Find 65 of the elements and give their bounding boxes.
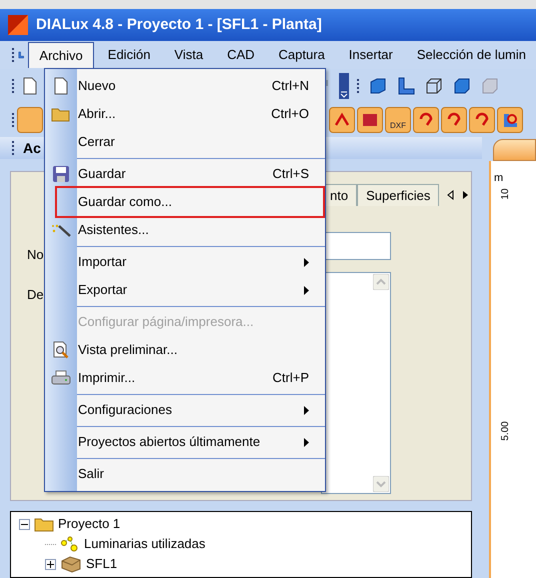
wireframe-cube-icon[interactable] (424, 76, 444, 96)
tab[interactable]: Superficies (357, 184, 440, 206)
menu-bar-item[interactable]: Selección de lumin (406, 42, 536, 68)
tab-scroll-right-icon[interactable] (462, 190, 470, 200)
menu-item[interactable]: Exportar (77, 276, 325, 304)
print-preview-icon (52, 341, 70, 359)
view-tab[interactable] (493, 139, 536, 161)
expander-icon[interactable] (45, 558, 56, 570)
menu-item[interactable]: Nuevo Ctrl+N (77, 72, 325, 100)
tool-icon[interactable] (469, 107, 495, 133)
tree-item[interactable]: Luminarias utilizadas (84, 534, 206, 554)
submenu-arrow-icon (304, 406, 309, 414)
menu-bar-item[interactable]: Captura (268, 42, 335, 68)
toolbar-grip[interactable] (12, 141, 15, 155)
toolbar-grip[interactable] (12, 113, 15, 127)
tool-icon[interactable] (413, 107, 439, 133)
l-shape-icon[interactable] (396, 76, 416, 96)
folder-icon (51, 106, 71, 122)
tool-icon[interactable] (497, 107, 523, 133)
menu-item[interactable]: Abrir... Ctrl+O (77, 100, 325, 128)
tool-icon[interactable] (357, 107, 383, 133)
menu-bar-item[interactable]: Insertar (338, 42, 403, 68)
window-title: DIALux 4.8 - Proyecto 1 - [SFL1 - Planta] (36, 14, 322, 35)
menu-bar-item[interactable]: Vista (164, 42, 214, 68)
menu-bar-item[interactable]: CAD (217, 42, 265, 68)
cube-icon[interactable] (452, 76, 472, 96)
app-logo-icon (8, 15, 28, 35)
room-icon (60, 555, 82, 573)
menu-item[interactable]: Asistentes... (77, 216, 325, 244)
ruler-unit: m (494, 173, 504, 184)
toolbar-grip[interactable] (357, 79, 360, 93)
menu-item[interactable]: Proyectos abiertos últimamente (77, 428, 325, 456)
magic-wand-icon (51, 223, 71, 237)
tree-item[interactable]: SFL1 (86, 554, 118, 574)
luminaires-icon (60, 536, 80, 552)
menu-item[interactable]: Salir (77, 460, 325, 488)
cube-icon[interactable] (368, 76, 388, 96)
folder-icon (34, 516, 54, 532)
toolbar-grip[interactable] (12, 48, 14, 62)
menu-bar-item[interactable]: Edición (98, 42, 160, 68)
menu-bar-item[interactable]: Archivo (28, 42, 94, 68)
tree-item[interactable]: Proyecto 1 (58, 514, 120, 534)
submenu-arrow-icon (304, 286, 309, 294)
toolbar-grip[interactable] (12, 79, 15, 93)
submenu-arrow-icon (304, 258, 309, 266)
panel-title: Ac (23, 138, 41, 158)
field-label: No (27, 246, 44, 264)
tab-scroll-left-icon[interactable] (447, 190, 454, 200)
tool-icon[interactable] (441, 107, 467, 133)
menu-item[interactable]: Cerrar (77, 128, 325, 156)
menu-item[interactable]: Vista preliminar... (77, 336, 325, 364)
document-icon[interactable] (23, 77, 37, 95)
menu-item[interactable]: Guardar como... (57, 188, 323, 216)
dropdown-chevron-icon[interactable] (339, 73, 349, 99)
expander-icon[interactable] (19, 518, 30, 530)
field-label: De (27, 286, 44, 304)
dxf-tool[interactable]: DXF (385, 107, 411, 133)
tool-icon[interactable] (329, 107, 355, 133)
submenu-arrow-icon (304, 438, 309, 446)
menu-item[interactable]: Importar (77, 248, 325, 276)
menu-item[interactable]: Imprimir... Ctrl+P (77, 364, 325, 392)
document-icon (54, 77, 68, 95)
printer-icon (51, 370, 71, 386)
menu-item[interactable]: Configuraciones (77, 396, 325, 424)
ruler-label: 10 (499, 188, 512, 200)
